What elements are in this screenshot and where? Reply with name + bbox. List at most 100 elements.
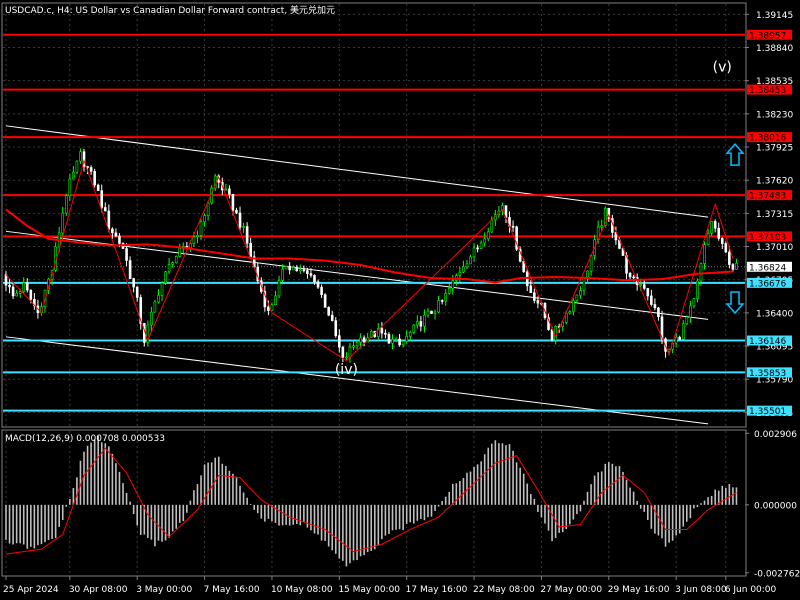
candle-body-35 (128, 260, 132, 279)
candle-body-0 (4, 274, 8, 286)
candle-body-132 (472, 247, 476, 258)
candle-body-124 (444, 293, 447, 302)
time-tick-label-10: 3 Jun 08:00 (675, 585, 727, 595)
support-level-3-tag-label: 1.35501 (749, 407, 786, 417)
price-tick-label-9: 1.36400 (756, 309, 793, 319)
candle-body-2 (11, 286, 15, 297)
candle-body-135 (483, 238, 486, 244)
candle-body-150 (536, 300, 540, 304)
candle-body-115 (412, 324, 416, 333)
candle-body-100 (359, 337, 362, 343)
candle-body-101 (362, 337, 366, 343)
candle-body-189 (674, 337, 678, 344)
candle-body-6 (25, 282, 29, 291)
time-tick-label-11: 6 Jun 00:00 (725, 585, 777, 595)
time-tick-label-5: 15 May 00:00 (338, 585, 400, 595)
candle-body-67 (242, 226, 245, 228)
candle-body-3 (15, 293, 18, 297)
candle-body-177 (632, 276, 635, 279)
candle-body-79 (284, 265, 288, 270)
candle-body-27 (100, 190, 104, 208)
candle-body-18 (68, 178, 72, 197)
usdcad-h4-chart[interactable]: (v)(iv) 1.391451.388401.385351.382301.37… (0, 0, 800, 600)
candle-body-183 (653, 304, 657, 309)
candle-body-162 (579, 290, 582, 296)
candle-body-4 (18, 291, 22, 294)
candle-body-118 (423, 314, 426, 327)
resistance-level-2-tag-label: 1.38016 (749, 134, 786, 144)
candle-body-34 (125, 248, 128, 261)
resistance-level-4-tag-label: 1.37103 (749, 233, 786, 243)
candle-body-24 (89, 167, 93, 172)
candle-body-49 (178, 248, 182, 257)
candle-body-95 (341, 346, 345, 358)
candle-body-113 (405, 335, 408, 342)
time-tick-label-7: 22 May 08:00 (473, 585, 535, 595)
candle-body-205 (731, 264, 735, 270)
candle-body-36 (132, 278, 135, 288)
price-tick-label-1: 1.38840 (756, 44, 793, 54)
candle-body-74 (267, 306, 270, 311)
candle-body-45 (164, 271, 167, 284)
candle-body-111 (398, 338, 401, 346)
candle-body-206 (735, 262, 738, 270)
candle-body-96 (345, 356, 348, 359)
wave-label-1: (iv) (335, 362, 358, 378)
candle-body-37 (135, 286, 139, 298)
candle-body-161 (575, 294, 579, 301)
candle-body-123 (440, 300, 444, 302)
candle-body-54 (196, 235, 199, 238)
candle-body-32 (118, 235, 121, 244)
candle-body-99 (355, 342, 359, 346)
candle-body-107 (384, 332, 387, 335)
time-tick-label-1: 30 Apr 08:00 (69, 585, 128, 595)
candle-body-92 (330, 314, 334, 321)
candle-body-77 (277, 280, 281, 297)
candle-body-86 (309, 273, 313, 276)
candle-body-190 (678, 337, 682, 340)
candle-body-160 (572, 300, 575, 313)
candle-body-194 (692, 298, 696, 307)
candle-body-42 (153, 301, 157, 313)
candle-body-110 (394, 338, 398, 341)
candle-body-80 (288, 265, 291, 271)
candle-body-131 (469, 256, 472, 265)
candle-body-55 (199, 221, 203, 236)
candle-body-82 (295, 267, 299, 272)
candle-body-84 (302, 269, 306, 272)
wave-label-0: (v) (713, 59, 732, 75)
candle-body-176 (628, 272, 632, 278)
candle-body-56 (203, 215, 206, 223)
candle-body-128 (458, 271, 462, 277)
candle-body-17 (64, 195, 68, 214)
candle-body-106 (380, 328, 384, 334)
candle-body-69 (249, 242, 252, 258)
resistance-level-3-tag-label: 1.37483 (749, 192, 786, 202)
candle-body-120 (430, 310, 433, 314)
candle-body-195 (696, 280, 699, 300)
candle-body-199 (710, 221, 713, 234)
candle-body-198 (706, 233, 710, 245)
candle-body-121 (433, 311, 437, 314)
macd-tick-label-1: 0.000000 (754, 501, 797, 511)
candle-body-28 (103, 207, 107, 212)
candle-body-201 (717, 227, 721, 239)
candle-body-78 (281, 268, 284, 281)
candle-body-43 (157, 294, 160, 303)
price-tick-label-3: 1.38230 (756, 110, 793, 120)
candle-body-46 (167, 264, 171, 273)
candle-body-114 (408, 332, 412, 337)
candle-body-125 (447, 288, 451, 294)
candle-body-202 (720, 238, 724, 244)
candle-body-148 (529, 285, 533, 293)
candle-body-20 (75, 160, 79, 173)
candle-body-196 (699, 263, 703, 282)
candle-body-112 (401, 340, 405, 346)
candle-body-182 (650, 295, 653, 305)
candle-body-159 (568, 311, 572, 314)
candle-body-57 (206, 202, 210, 216)
candle-body-164 (586, 270, 589, 278)
candle-body-192 (685, 316, 689, 325)
candle-body-83 (299, 269, 302, 272)
candle-body-53 (192, 236, 196, 244)
